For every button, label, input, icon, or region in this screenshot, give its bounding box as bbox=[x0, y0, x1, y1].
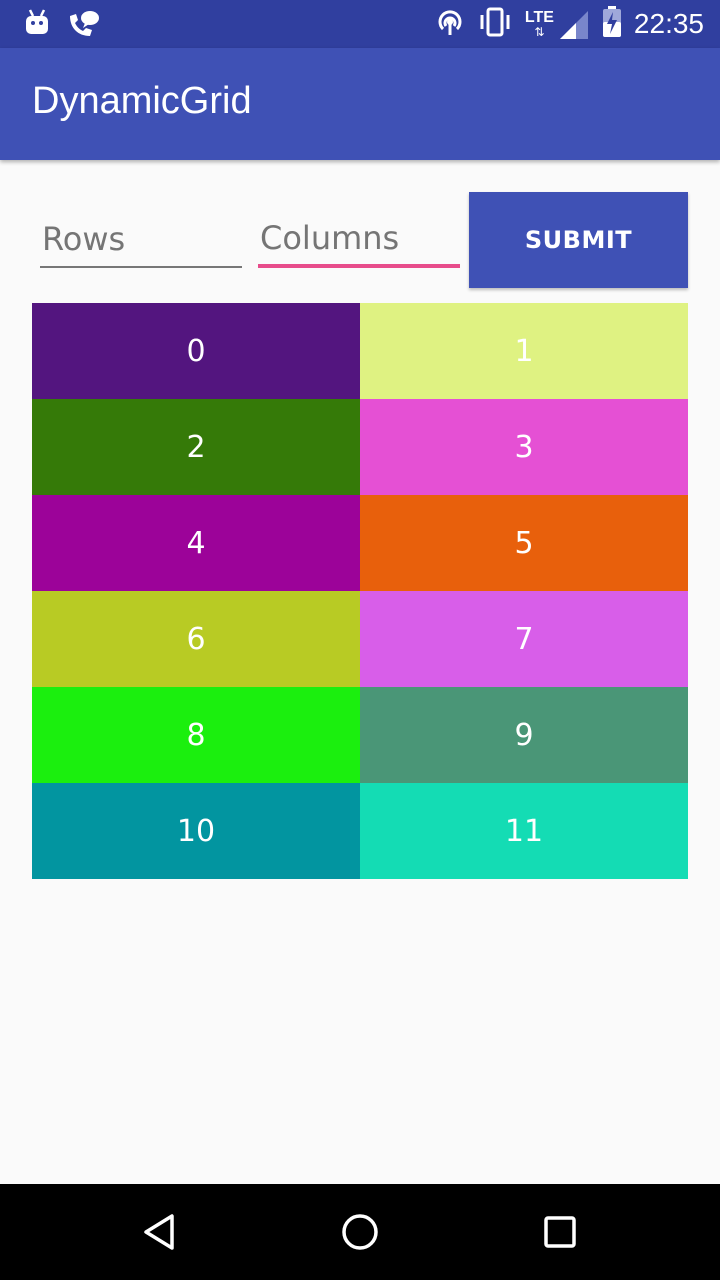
grid-cell[interactable]: 10 bbox=[32, 783, 360, 879]
navigation-bar bbox=[0, 1184, 720, 1280]
grid-cell[interactable]: 7 bbox=[360, 591, 688, 687]
status-time: 22:35 bbox=[633, 8, 704, 39]
grid-cell[interactable]: 5 bbox=[360, 495, 688, 591]
status-bar: LTE ⇅ 22:35 bbox=[0, 0, 720, 48]
dynamic-grid: 0 1 2 3 4 5 6 7 8 9 10 11 bbox=[32, 303, 688, 879]
lte-label: LTE bbox=[524, 9, 554, 26]
grid-cell[interactable]: 2 bbox=[32, 399, 360, 495]
home-button[interactable] bbox=[336, 1208, 384, 1256]
grid-cell[interactable]: 9 bbox=[360, 687, 688, 783]
vibrate-icon bbox=[477, 7, 513, 41]
recents-button[interactable] bbox=[536, 1208, 584, 1256]
app-bar: DynamicGrid bbox=[0, 48, 720, 160]
app-title: DynamicGrid bbox=[32, 80, 252, 122]
back-icon bbox=[144, 1214, 174, 1250]
columns-input[interactable] bbox=[258, 212, 460, 268]
grid-cell[interactable]: 3 bbox=[360, 399, 688, 495]
home-icon bbox=[342, 1214, 378, 1250]
back-button[interactable] bbox=[136, 1208, 184, 1256]
submit-button[interactable]: SUBMIT bbox=[469, 192, 688, 288]
grid-cell[interactable]: 11 bbox=[360, 783, 688, 879]
android-icon bbox=[24, 8, 50, 42]
recents-icon bbox=[544, 1216, 576, 1248]
grid-cell[interactable]: 1 bbox=[360, 303, 688, 399]
chat-phone-icon bbox=[68, 8, 100, 42]
grid-cell[interactable]: 4 bbox=[32, 495, 360, 591]
grid-cell[interactable]: 8 bbox=[32, 687, 360, 783]
hotspot-icon bbox=[435, 7, 465, 41]
lte-signal-icon: LTE ⇅ bbox=[525, 9, 590, 39]
battery-charging-icon bbox=[602, 6, 622, 42]
rows-input[interactable] bbox=[40, 212, 242, 268]
grid-cell[interactable]: 6 bbox=[32, 591, 360, 687]
grid-cell[interactable]: 0 bbox=[32, 303, 360, 399]
